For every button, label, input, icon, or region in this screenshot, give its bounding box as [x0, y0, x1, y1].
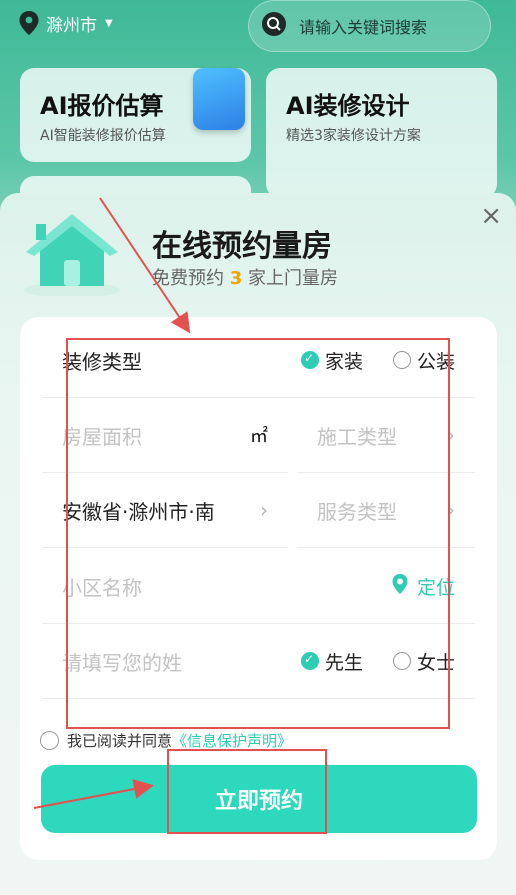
- annotation-arrows: [33, 197, 191, 809]
- annotation-arrow: [99, 197, 191, 334]
- annotation-arrow: [33, 779, 154, 809]
